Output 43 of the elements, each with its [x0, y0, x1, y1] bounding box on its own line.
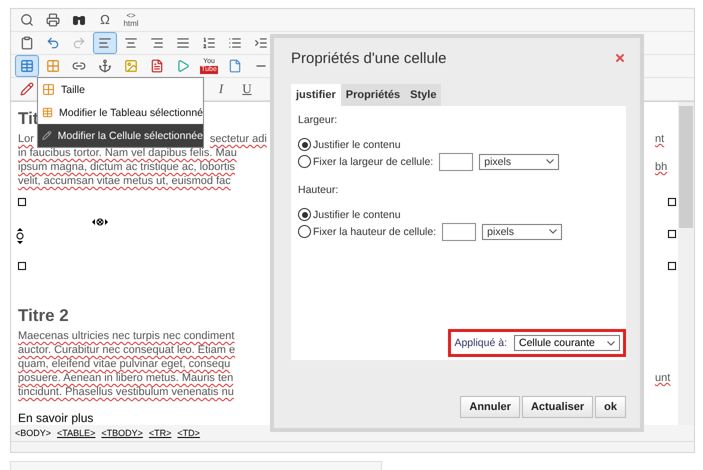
paragraph-text: tincidunt. Phasellus vestibulum venenatis nu [18, 385, 234, 399]
paragraph-text: quam, eleifend vitae pulvinar eget, consequ [18, 357, 230, 371]
paragraph-text: auctor. Curabitur nec consequat leo. Etiam e [18, 343, 236, 357]
radio-label: Fixer la hauteur de cellule: [313, 226, 436, 238]
dialog-title: Propriétés d'une cellule [291, 50, 446, 66]
breadcrumb-tag: <BODY> [15, 428, 52, 438]
dialog-button[interactable]: ok [595, 396, 626, 418]
section-label: Largeur: [298, 114, 338, 128]
radio-label: Fixer la largeur de cellule: [313, 156, 434, 168]
apply-select[interactable]: Cellule courante [514, 335, 620, 351]
paragraph-text: in faucibus tortor. Nam vel dapibus felis. Mau [18, 146, 237, 160]
breadcrumb-tag[interactable]: <TD> [177, 428, 200, 438]
unit-select[interactable]: pixels [479, 154, 560, 170]
menu-item[interactable]: Modifier la Cellule sélectionnée [38, 124, 203, 147]
paragraph-text: ipsum magna, dictum ac tristique ac, lobortis [18, 160, 236, 174]
tab[interactable]: Propriétés [340, 84, 406, 106]
tab[interactable]: Style [405, 84, 442, 106]
paragraph-text: velit, accumsan vitae metus ut, euismod fac [18, 174, 231, 188]
breadcrumb-tag[interactable]: <TBODY> [101, 428, 143, 438]
paragraph-text: unt [655, 371, 670, 385]
paragraph-text: bh [655, 160, 668, 174]
breadcrumb-tag[interactable]: <TABLE> [57, 428, 96, 438]
link-text[interactable]: En savoir plus [18, 411, 94, 425]
paragraph-text: posuere. Aenean in libero metus. Mauris ten [18, 371, 234, 385]
radio-label: Justifier le contenu [313, 208, 401, 220]
omega-button[interactable]: Ω [93, 9, 117, 31]
paragraph-text: Maecenas ultricies nec turpis nec condiment [18, 329, 234, 343]
radio-label: Justifier le contenu [313, 138, 401, 150]
apply-label: Appliqué à: [454, 337, 507, 349]
heading: Tit [18, 108, 38, 130]
dialog-button[interactable]: Annuler [460, 396, 520, 418]
underline-button[interactable]: U [235, 78, 259, 100]
unit-select[interactable]: pixels [482, 224, 562, 240]
dialog-button[interactable]: Actualiser [522, 396, 594, 418]
paragraph-text: sectetur adi [210, 132, 267, 146]
paragraph-text: nt [655, 132, 664, 146]
heading: Titre 2 [18, 305, 69, 327]
html-button[interactable]: <> html [119, 9, 143, 31]
breadcrumb-tag[interactable]: <TR> [148, 428, 172, 438]
paragraph-text: Lor [18, 132, 34, 146]
section-label: Hauteur: [298, 184, 340, 198]
tab[interactable]: justifier [291, 84, 341, 106]
italic-button[interactable]: I [209, 78, 233, 100]
